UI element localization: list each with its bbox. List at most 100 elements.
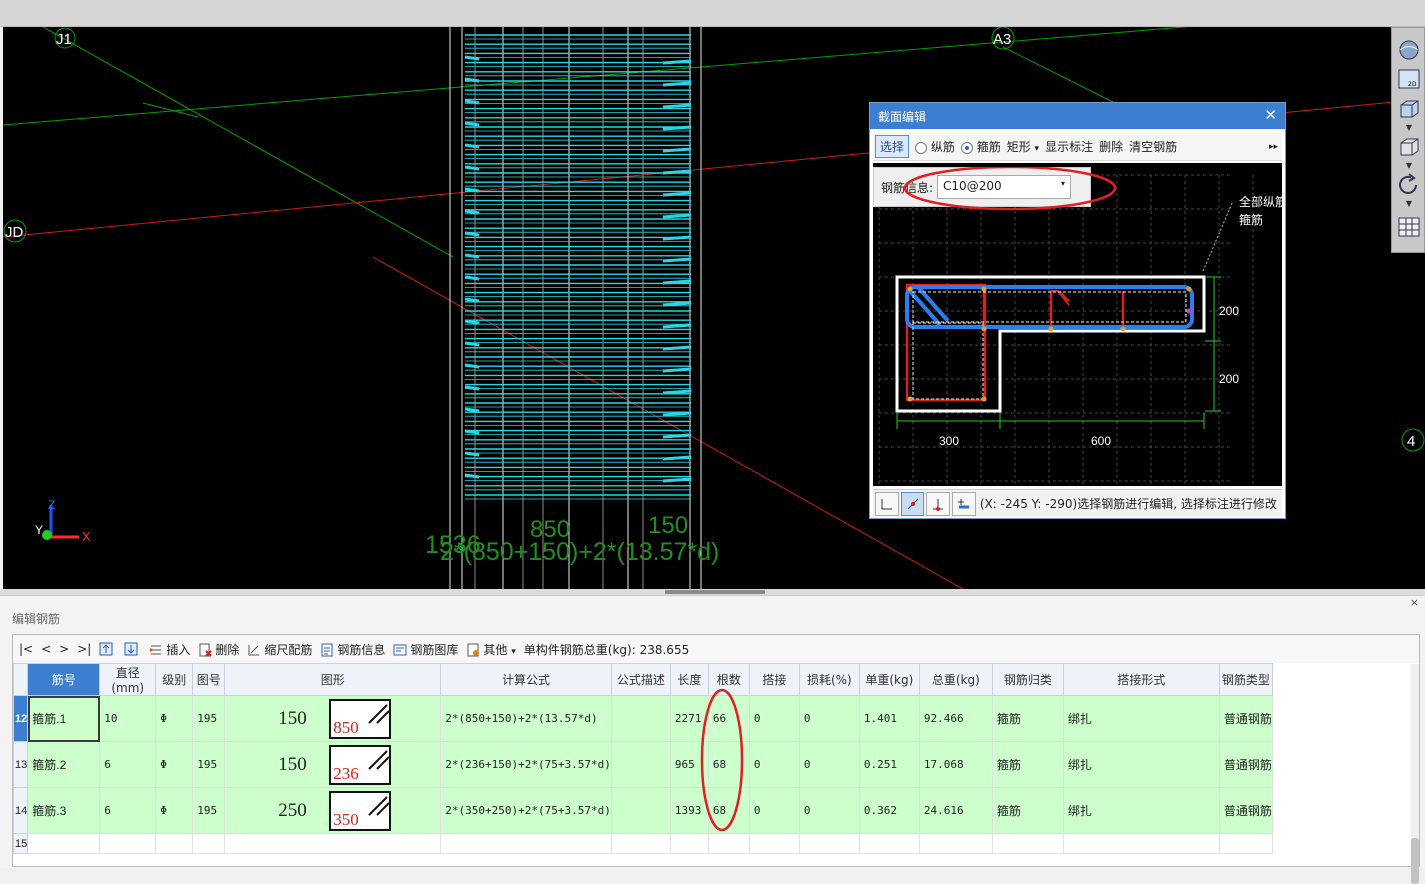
rebar-info-button[interactable]: 钢筋信息 bbox=[320, 641, 385, 658]
empty-cell[interactable] bbox=[707, 833, 750, 854]
table-row-empty[interactable]: 15 bbox=[12, 833, 1273, 854]
empty-cell[interactable] bbox=[1218, 833, 1273, 854]
caret-icon[interactable]: ▼ bbox=[1404, 200, 1414, 208]
3d-view-icon[interactable] bbox=[1395, 96, 1423, 122]
cell-cat[interactable]: 箍筋 bbox=[991, 787, 1064, 834]
empty-cell[interactable] bbox=[155, 833, 194, 854]
dim-label-v2[interactable]: 200 bbox=[1219, 372, 1239, 386]
cell-loss[interactable]: 0 bbox=[798, 741, 860, 788]
row-number[interactable]: 15 bbox=[12, 833, 29, 854]
cell-fig[interactable]: 195 bbox=[192, 787, 226, 834]
show-marks-button[interactable]: 显示标注 bbox=[1045, 138, 1093, 155]
cell-cat[interactable]: 箍筋 bbox=[991, 741, 1064, 788]
ortho-snap-icon[interactable] bbox=[875, 491, 899, 516]
cell-name[interactable]: 箍筋.2 bbox=[27, 741, 101, 788]
dialog-title-bar[interactable]: 截面编辑 ✕ bbox=[870, 103, 1285, 129]
cell-type[interactable]: 普通钢筋 bbox=[1218, 695, 1273, 742]
column-header[interactable]: 总重(kg) bbox=[918, 663, 993, 696]
shape-cell[interactable]: 150 236 bbox=[224, 741, 442, 788]
column-header[interactable]: 损耗(%) bbox=[798, 663, 860, 696]
empty-cell[interactable] bbox=[440, 833, 612, 854]
2d-view-icon[interactable]: 2D bbox=[1395, 66, 1423, 92]
column-header[interactable]: 计算公式 bbox=[440, 663, 612, 696]
column-header[interactable]: 单重(kg) bbox=[858, 663, 920, 696]
scale-rebar-button[interactable]: 缩尺配筋 bbox=[247, 641, 312, 658]
perpendicular-icon[interactable] bbox=[926, 491, 951, 516]
empty-cell[interactable] bbox=[192, 833, 226, 854]
last-record-button[interactable]: >| bbox=[77, 642, 91, 656]
empty-cell[interactable] bbox=[1062, 833, 1220, 854]
column-header[interactable]: 公式描述 bbox=[610, 663, 671, 696]
cell-unit_w[interactable]: 1.401 bbox=[858, 695, 920, 742]
cell-desc[interactable] bbox=[610, 741, 671, 788]
cell-fig[interactable]: 195 bbox=[192, 695, 226, 742]
dim-label-h2[interactable]: 600 bbox=[1091, 434, 1111, 448]
insert-button[interactable]: 插入 bbox=[149, 641, 190, 658]
shape-dim-b[interactable]: 350 bbox=[333, 810, 359, 830]
cell-unit_w[interactable]: 0.362 bbox=[858, 787, 920, 834]
move-down-button[interactable] bbox=[124, 642, 141, 657]
cell-formula[interactable]: 2*(236+150)+2*(75+3.57*d) bbox=[440, 741, 612, 788]
cell-grade[interactable]: Φ bbox=[155, 741, 194, 788]
cell-name[interactable]: 箍筋.1 bbox=[27, 695, 101, 742]
column-header[interactable]: 直径(mm) bbox=[99, 663, 157, 696]
next-record-button[interactable]: > bbox=[59, 642, 69, 656]
column-header[interactable]: 钢筋类型 bbox=[1218, 663, 1273, 696]
empty-cell[interactable] bbox=[858, 833, 920, 854]
cell-lap_form[interactable]: 绑扎 bbox=[1062, 741, 1220, 788]
longitudinal-radio[interactable]: 纵筋 bbox=[915, 138, 955, 155]
stirrup-radio[interactable]: 箍筋 bbox=[960, 138, 1001, 155]
cell-lap_form[interactable]: 绑扎 bbox=[1062, 787, 1220, 834]
cell-grade[interactable]: Φ bbox=[155, 695, 194, 742]
add-dimension-icon[interactable] bbox=[952, 491, 976, 516]
column-header[interactable]: 搭接 bbox=[748, 663, 800, 696]
rebar-library-button[interactable]: 钢筋图库 bbox=[393, 641, 458, 658]
other-dropdown[interactable]: 其他 ▾ bbox=[466, 641, 516, 658]
angle-snap-icon[interactable] bbox=[900, 491, 925, 516]
empty-cell[interactable] bbox=[748, 833, 800, 854]
caret-icon[interactable]: ▼ bbox=[1404, 162, 1414, 170]
row-number[interactable]: 12 bbox=[12, 695, 29, 742]
scrollbar-thumb[interactable] bbox=[1411, 838, 1419, 884]
dim-label-v1[interactable]: 200 bbox=[1219, 304, 1239, 318]
cell-type[interactable]: 普通钢筋 bbox=[1218, 787, 1273, 834]
cell-type[interactable]: 普通钢筋 bbox=[1218, 741, 1273, 788]
box-view-icon[interactable] bbox=[1395, 134, 1423, 160]
row-number[interactable]: 13 bbox=[12, 741, 29, 788]
empty-cell[interactable] bbox=[99, 833, 157, 854]
shape-dim-a[interactable]: 250 bbox=[278, 800, 307, 822]
cell-dia[interactable]: 10 bbox=[99, 695, 157, 742]
shape-cell[interactable]: 250 350 bbox=[224, 787, 442, 834]
cell-loss[interactable]: 0 bbox=[798, 695, 860, 742]
empty-cell[interactable] bbox=[669, 833, 709, 854]
caret-icon[interactable]: ▼ bbox=[1404, 124, 1414, 132]
empty-cell[interactable] bbox=[27, 833, 101, 854]
empty-cell[interactable] bbox=[991, 833, 1064, 854]
first-record-button[interactable]: |< bbox=[19, 642, 33, 656]
table-row[interactable]: 12 箍筋.1 10 Φ 195 150 850 2*(850+150)+2*(13.57*d… bbox=[12, 695, 1273, 742]
move-up-button[interactable] bbox=[99, 642, 116, 657]
cell-formula[interactable]: 2*(850+150)+2*(13.57*d) bbox=[440, 695, 612, 742]
splitter-handle[interactable] bbox=[665, 590, 765, 594]
clear-rebar-button[interactable]: 清空钢筋 bbox=[1129, 138, 1177, 155]
shape-dim-a[interactable]: 150 bbox=[278, 708, 307, 730]
cell-fig[interactable]: 195 bbox=[192, 741, 226, 788]
cell-total_w[interactable]: 24.616 bbox=[918, 787, 993, 834]
column-header[interactable]: 钢筋归类 bbox=[991, 663, 1064, 696]
cell-grade[interactable]: Φ bbox=[155, 787, 194, 834]
cell-lap[interactable]: 0 bbox=[748, 787, 800, 834]
orbit-icon[interactable] bbox=[1395, 37, 1423, 63]
column-header[interactable]: 搭接形式 bbox=[1062, 663, 1220, 696]
close-icon[interactable]: ✕ bbox=[1264, 106, 1277, 124]
table-view-icon[interactable] bbox=[1395, 214, 1423, 240]
cell-desc[interactable] bbox=[610, 695, 671, 742]
empty-cell[interactable] bbox=[918, 833, 993, 854]
select-button[interactable]: 选择 bbox=[875, 135, 910, 158]
close-icon[interactable]: × bbox=[1410, 596, 1419, 609]
empty-cell[interactable] bbox=[224, 833, 442, 854]
cell-formula[interactable]: 2*(350+250)+2*(75+3.57*d) bbox=[440, 787, 612, 834]
shape-dim-b[interactable]: 850 bbox=[333, 718, 359, 738]
cell-lap[interactable]: 0 bbox=[748, 741, 800, 788]
cell-loss[interactable]: 0 bbox=[798, 787, 860, 834]
shape-dropdown[interactable]: 矩形 ▾ bbox=[1007, 138, 1039, 155]
